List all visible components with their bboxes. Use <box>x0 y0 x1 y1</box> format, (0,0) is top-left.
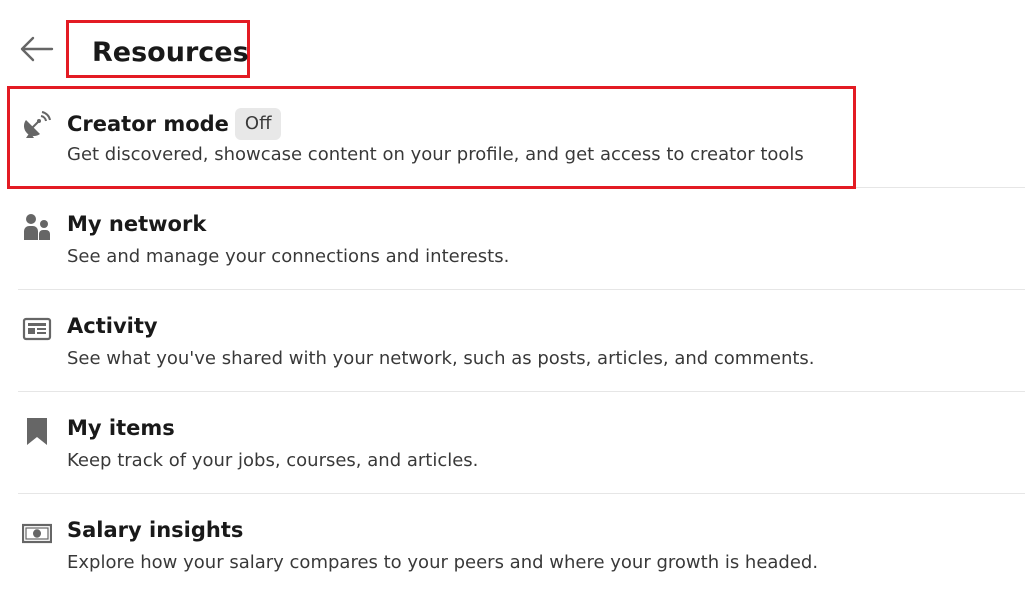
resources-page: Resources Creator mode Off Get discovere… <box>0 0 1025 599</box>
back-button[interactable] <box>14 32 58 66</box>
item-title: Activity <box>67 314 158 338</box>
arrow-left-icon <box>20 36 54 62</box>
creator-mode-icon <box>22 110 52 140</box>
list-item-activity[interactable]: Activity See what you've shared with you… <box>18 290 1025 392</box>
item-title: Salary insights <box>67 518 244 542</box>
list-item-my-network[interactable]: My network See and manage your connectio… <box>18 188 1025 290</box>
item-title: Creator mode <box>67 112 229 136</box>
people-icon <box>22 212 52 242</box>
item-description: Explore how your salary compares to your… <box>67 552 819 573</box>
list-item-my-items[interactable]: My items Keep track of your jobs, course… <box>18 392 1025 494</box>
resources-list: Creator mode Off Get discovered, showcas… <box>18 86 1025 596</box>
item-description: See and manage your connections and inte… <box>67 246 510 267</box>
item-description: Get discovered, showcase content on your… <box>67 144 804 165</box>
item-description: See what you've shared with your network… <box>67 348 815 369</box>
status-badge: Off <box>234 108 282 140</box>
page-title: Resources <box>92 37 249 68</box>
item-title: My network <box>67 212 207 236</box>
list-item-creator-mode[interactable]: Creator mode Off Get discovered, showcas… <box>18 86 1025 188</box>
item-title: My items <box>67 416 175 440</box>
bookmark-icon <box>22 416 52 446</box>
item-description: Keep track of your jobs, courses, and ar… <box>67 450 479 471</box>
salary-icon <box>22 518 52 548</box>
activity-icon <box>22 314 52 344</box>
list-item-salary-insights[interactable]: Salary insights Explore how your salary … <box>18 494 1025 596</box>
